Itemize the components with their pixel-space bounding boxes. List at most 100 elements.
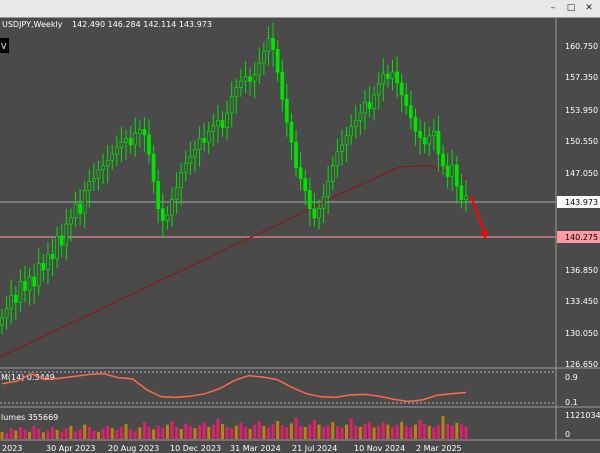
time-label: 10 Dec 2023 (170, 444, 221, 453)
price-chart[interactable]: USDJPY,Weekly 142.490 146.284 142.114 14… (0, 0, 600, 453)
candle-body (275, 48, 280, 73)
volume-bar (239, 422, 243, 439)
candle-body (110, 153, 115, 161)
candle-body (64, 223, 69, 246)
candle-body (216, 119, 220, 127)
volume-bar (335, 426, 339, 439)
candle-body (344, 135, 349, 146)
volume-bar (55, 429, 59, 439)
candle-body (243, 76, 248, 82)
candle-body (353, 119, 358, 128)
volume-bar (78, 429, 82, 439)
volume-bar (464, 427, 468, 439)
candle-body (422, 137, 427, 145)
volume-bar (386, 424, 390, 439)
indicator-label: M(14) 0.3449 (1, 373, 55, 382)
volumes-label: lumes 355669 (1, 413, 58, 422)
volume-bar (9, 428, 13, 439)
candle-body (409, 105, 413, 118)
time-label: 2 Mar 2025 (416, 444, 462, 453)
candle-body (55, 235, 59, 260)
candle-body (32, 276, 37, 287)
time-label: 31 Mar 2024 (230, 444, 281, 453)
volume-bar (64, 428, 68, 439)
volume-bar (280, 425, 284, 439)
candle-body (229, 96, 234, 114)
volume-bar (372, 427, 376, 439)
volume-scale-max: 1121034 (565, 411, 600, 420)
candle-body (262, 50, 266, 64)
candle-body (41, 262, 46, 271)
volume-bar (230, 428, 234, 439)
candle-body (386, 73, 390, 79)
volume-bar (400, 421, 404, 439)
time-label: 21 Jul 2024 (292, 444, 337, 453)
volume-bar (207, 427, 211, 439)
ohlc-values: 142.490 146.284 142.114 143.973 (72, 20, 212, 29)
candle-body (115, 147, 119, 155)
candle-body (298, 167, 303, 179)
candle-body (326, 180, 331, 198)
volume-bar (317, 424, 321, 439)
candle-body (27, 276, 32, 291)
candle-body (376, 83, 381, 96)
candle-body (413, 117, 418, 132)
volume-bar (441, 416, 445, 439)
candle-body (179, 171, 184, 189)
candle-body (36, 262, 41, 287)
volume-bar (248, 428, 252, 439)
candle-body (202, 138, 206, 143)
volume-bar (133, 431, 137, 439)
time-axis: 2023 30 Apr 2023 20 Aug 2023 10 Dec 2023… (2, 444, 462, 453)
volume-bar (446, 424, 450, 439)
candle-body (321, 196, 326, 210)
moving-average (0, 165, 467, 358)
candle-body (128, 138, 133, 146)
volume-bar (110, 428, 114, 439)
volume-scale-min: 0 (565, 430, 570, 439)
volume-bar (60, 431, 64, 439)
candle-body (13, 294, 18, 303)
candle-body (137, 129, 142, 134)
volume-bar (211, 424, 215, 439)
candle-body (289, 121, 294, 143)
candle-body (4, 308, 9, 319)
volume-bar (46, 430, 50, 439)
candle-body (284, 99, 289, 123)
volume-bar (455, 422, 459, 439)
volume-bar (276, 421, 280, 439)
candle-body (280, 71, 285, 100)
volume-bar (436, 425, 440, 439)
volume-bar (262, 425, 266, 439)
volume-bar (14, 430, 18, 439)
candle-body (156, 180, 161, 210)
candle-body (358, 112, 363, 121)
volume-bar (432, 427, 436, 439)
candle-body (73, 203, 78, 219)
candle-body (59, 235, 64, 246)
candle-body (239, 80, 243, 88)
volume-bar (5, 433, 9, 439)
mode-tag: V (1, 42, 7, 51)
volume-bar (345, 424, 349, 439)
candle-body (381, 73, 386, 85)
price-label: 160.750 (565, 42, 598, 51)
volume-bar (266, 427, 270, 439)
volume-bar (41, 432, 45, 439)
volume-bar (243, 427, 247, 439)
candle-body (303, 178, 308, 191)
candle-body (69, 217, 73, 225)
candle-body (404, 94, 409, 107)
price-label: 157.350 (565, 73, 598, 82)
volume-bar (390, 427, 394, 439)
candle-body (87, 180, 92, 191)
indicator-level-label: 0.1 (565, 398, 578, 407)
volume-bar (193, 428, 197, 439)
time-label: 10 Nov 2024 (354, 444, 405, 453)
candle-body (349, 126, 353, 137)
ma-line (0, 165, 467, 358)
volume-bar (285, 427, 289, 439)
volume-bar (115, 429, 119, 439)
volume-bar (156, 425, 160, 439)
volume-bar (175, 427, 179, 439)
